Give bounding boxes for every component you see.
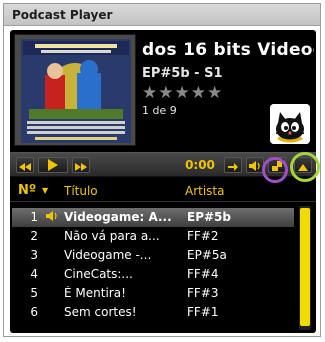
now-playing-title: dos 16 bits Videog bbox=[142, 40, 314, 60]
widget-title: Podcast Player bbox=[12, 8, 113, 22]
scrollbar-thumb[interactable] bbox=[300, 208, 310, 326]
forward-icon bbox=[228, 156, 238, 175]
rating-stars[interactable]: ★★★★★ bbox=[142, 83, 223, 103]
play-icon bbox=[48, 156, 58, 175]
track-number: 1 bbox=[30, 210, 38, 224]
playlist-row[interactable]: 1 Videogame: A... EP#5b bbox=[12, 208, 294, 227]
track-artist: EP#5b bbox=[187, 210, 231, 224]
podcast-player-widget: Podcast Player dos 16 bits Videog EP#5b … bbox=[3, 3, 321, 337]
track-number: 5 bbox=[30, 286, 38, 300]
track-number: 3 bbox=[30, 248, 38, 262]
previous-icon bbox=[19, 156, 31, 175]
playlist-row[interactable]: 4 CineCats:... FF#4 bbox=[12, 265, 294, 284]
track-artist: EP#5a bbox=[187, 248, 227, 262]
playlist-row[interactable]: 5 É Mentira! FF#3 bbox=[12, 284, 294, 303]
now-playing-info: dos 16 bits Videog EP#5b - S1 ★★★★★ 1 de… bbox=[140, 36, 314, 146]
column-artist-header[interactable]: Artista bbox=[185, 184, 225, 198]
playlist-header: Nº ▼ Título Artista bbox=[10, 180, 316, 202]
play-button[interactable] bbox=[38, 157, 68, 173]
playlist-row[interactable]: 6 Sem cortes! FF#1 bbox=[12, 303, 294, 322]
track-number: 6 bbox=[30, 305, 38, 319]
track-artist: FF#3 bbox=[187, 286, 219, 300]
volume-icon bbox=[249, 156, 261, 175]
now-playing-speaker-icon bbox=[46, 211, 58, 224]
track-count: 1 de 9 bbox=[142, 104, 177, 117]
track-number: 2 bbox=[30, 229, 38, 243]
forward-button[interactable] bbox=[224, 157, 242, 173]
track-title: Não vá para a... bbox=[64, 229, 160, 243]
column-title-header[interactable]: Título bbox=[64, 184, 98, 198]
column-number-header[interactable]: Nº bbox=[18, 183, 36, 198]
next-icon bbox=[75, 156, 87, 175]
track-title: É Mentira! bbox=[64, 286, 126, 300]
previous-button[interactable] bbox=[16, 157, 34, 173]
playlist-scrollbar[interactable] bbox=[299, 206, 311, 330]
track-artist: FF#1 bbox=[187, 305, 219, 319]
track-artist: FF#4 bbox=[187, 267, 219, 281]
playlist-row[interactable]: 3 Videogame -... EP#5a bbox=[12, 246, 294, 265]
playlist: 1 Videogame: A... EP#5b 2 Não vá para a.… bbox=[10, 206, 316, 330]
highlight-circle-green bbox=[290, 152, 320, 182]
track-title: CineCats:... bbox=[64, 267, 133, 281]
highlight-circle-purple bbox=[262, 157, 288, 183]
track-artist: FF#2 bbox=[187, 229, 219, 243]
now-playing-episode: EP#5b - S1 bbox=[142, 66, 223, 81]
podcast-artwork bbox=[14, 34, 136, 146]
playlist-row[interactable]: 2 Não vá para a... FF#2 bbox=[12, 227, 294, 246]
sort-indicator-icon[interactable]: ▼ bbox=[42, 186, 48, 195]
widget-titlebar: Podcast Player bbox=[4, 4, 320, 26]
player-panel: dos 16 bits Videog EP#5b - S1 ★★★★★ 1 de… bbox=[10, 30, 320, 333]
track-number: 4 bbox=[30, 267, 38, 281]
track-title: Sem cortes! bbox=[64, 305, 137, 319]
playback-time: 0:00 bbox=[185, 158, 215, 172]
next-button[interactable] bbox=[72, 157, 90, 173]
podcast-logo bbox=[270, 104, 310, 144]
track-title: Videogame: A... bbox=[64, 210, 172, 224]
track-title: Videogame -... bbox=[64, 248, 152, 262]
